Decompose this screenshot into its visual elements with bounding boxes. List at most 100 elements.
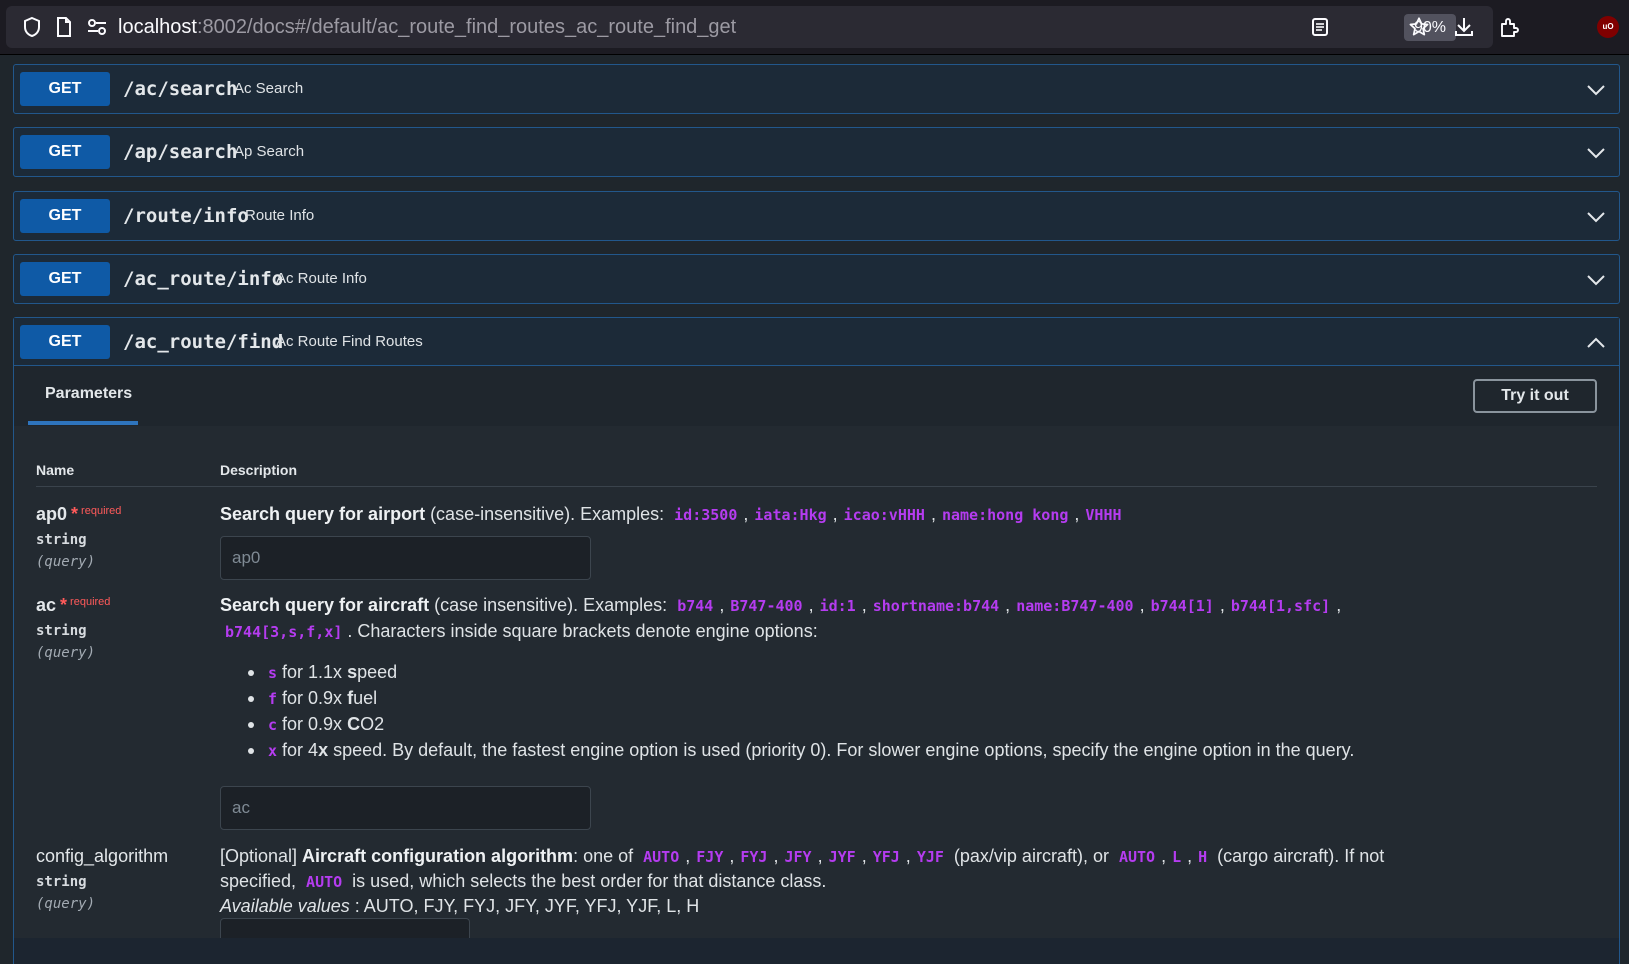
param-name-ac: ac * required bbox=[36, 595, 110, 616]
operation-summary: Route Info bbox=[245, 207, 315, 224]
parameters-table: Name Description ap0 * required string (qu… bbox=[14, 426, 1619, 938]
available-values: Available values : AUTO, FJY, FYJ, JFY, … bbox=[220, 893, 699, 919]
url-path: :8002/docs#/default/ac_route_find_routes… bbox=[196, 16, 737, 38]
config-algorithm-select[interactable] bbox=[220, 918, 470, 938]
operation-summary: Ac Route Find Routes bbox=[276, 333, 423, 350]
example-code: name:hong kong bbox=[941, 506, 1069, 524]
value-code: AUTO bbox=[306, 873, 343, 891]
example-code: b744[3,s,f,x] bbox=[225, 623, 343, 641]
required-star: * bbox=[71, 504, 79, 524]
option-bold: s bbox=[347, 662, 358, 682]
url-host: localhost bbox=[118, 16, 197, 38]
ac-input[interactable] bbox=[220, 786, 591, 830]
option-code: s bbox=[268, 664, 278, 682]
chevron-down-icon[interactable] bbox=[1585, 79, 1607, 101]
option-code: f bbox=[268, 690, 278, 708]
operation-summary: Ac Route Info bbox=[276, 270, 367, 287]
operation-path: /route/info bbox=[123, 205, 249, 227]
chevron-down-icon[interactable] bbox=[1585, 269, 1607, 291]
chevron-up-icon[interactable] bbox=[1585, 332, 1607, 354]
operation-ac-route-info[interactable]: GET /ac_route/info Ac Route Info bbox=[13, 254, 1620, 304]
operation-path: /ac_route/find bbox=[123, 331, 284, 353]
operation-path: /ac_route/info bbox=[123, 268, 284, 290]
operation-path: /ac/search bbox=[123, 78, 238, 100]
operation-header[interactable]: GET /ac_route/find Ac Route Find Routes bbox=[14, 318, 1619, 366]
operation-summary: Ap Search bbox=[234, 143, 305, 160]
method-badge: GET bbox=[20, 199, 110, 233]
try-it-out-button[interactable]: Try it out bbox=[1473, 379, 1597, 413]
divider bbox=[36, 486, 1597, 487]
value-code: FYJ bbox=[740, 848, 768, 866]
required-label: required bbox=[81, 505, 122, 517]
option-text: for 0.9x bbox=[282, 688, 348, 708]
required-label: required bbox=[70, 596, 111, 608]
option-text: speed. By default, the fastest engine op… bbox=[328, 740, 1355, 760]
param-location: (query) bbox=[36, 645, 96, 661]
value-code: FJY bbox=[696, 848, 724, 866]
method-badge: GET bbox=[20, 262, 110, 296]
value-code: JYF bbox=[828, 848, 856, 866]
ap0-input[interactable] bbox=[220, 536, 591, 580]
param-type: string bbox=[36, 532, 87, 548]
desc-text: (cargo aircraft). If not bbox=[1212, 846, 1385, 866]
chevron-down-icon[interactable] bbox=[1585, 142, 1607, 164]
operation-ac-route-find: GET /ac_route/find Ac Route Find Routes … bbox=[13, 317, 1620, 964]
bookmark-star-icon[interactable] bbox=[1398, 6, 1440, 48]
desc-text: (case insensitive). Examples: bbox=[429, 595, 673, 615]
desc-bold: Aircraft configuration algorithm bbox=[302, 846, 574, 866]
permissions-icon[interactable] bbox=[80, 6, 114, 48]
list-item: f for 0.9x fuel bbox=[247, 686, 1354, 712]
option-text: uel bbox=[353, 688, 378, 708]
chevron-down-icon[interactable] bbox=[1585, 206, 1607, 228]
shield-icon[interactable] bbox=[14, 6, 50, 48]
example-code: shortname:b744 bbox=[872, 597, 1000, 615]
operation-ap-search[interactable]: GET /ap/search Ap Search bbox=[13, 127, 1620, 177]
param-description-ap0: Search query for airport (case-insensiti… bbox=[220, 501, 1127, 528]
param-description-ac-line2: b744[3,s,f,x]. Characters inside square … bbox=[220, 618, 818, 645]
value-code: JFY bbox=[784, 848, 812, 866]
page-icon[interactable] bbox=[48, 6, 80, 48]
value-code: H bbox=[1198, 848, 1208, 866]
param-location: (query) bbox=[36, 896, 96, 912]
download-icon[interactable] bbox=[1443, 6, 1485, 48]
parameters-bar: Parameters Try it out bbox=[14, 366, 1619, 426]
method-badge: GET bbox=[20, 135, 110, 169]
operation-ac-search[interactable]: GET /ac/search Ac Search bbox=[13, 64, 1620, 114]
required-star: * bbox=[60, 595, 68, 615]
example-code: b744[1] bbox=[1150, 597, 1214, 615]
method-badge: GET bbox=[20, 325, 110, 359]
available-label: Available values bbox=[220, 896, 350, 916]
desc-text: (case-insensitive). Examples: bbox=[425, 504, 670, 524]
address-bar[interactable]: localhost:8002/docs#/default/ac_route_fi… bbox=[6, 6, 1493, 48]
option-text: peed bbox=[357, 662, 398, 682]
browser-toolbar: localhost:8002/docs#/default/ac_route_fi… bbox=[0, 0, 1629, 55]
tab-parameters[interactable]: Parameters bbox=[36, 366, 141, 422]
example-code: iata:Hkg bbox=[754, 506, 827, 524]
operation-route-info[interactable]: GET /route/info Route Info bbox=[13, 191, 1620, 241]
param-description-ac: Search query for aircraft (case insensit… bbox=[220, 595, 1342, 615]
ublock-badge: uO bbox=[1597, 16, 1619, 38]
extensions-icon[interactable] bbox=[1488, 6, 1530, 48]
option-code: x bbox=[268, 742, 278, 760]
desc-bold: Search query for airport bbox=[220, 504, 426, 524]
list-item: x for 4x speed. By default, the fastest e… bbox=[247, 738, 1355, 764]
param-description-config-algorithm: [Optional] Aircraft configuration algori… bbox=[220, 846, 1385, 866]
param-name-ap0: ap0 * required bbox=[36, 504, 121, 525]
ublock-icon[interactable]: uO bbox=[1588, 6, 1628, 48]
operation-summary: Ac Search bbox=[234, 80, 304, 97]
column-header-name: Name bbox=[36, 462, 75, 478]
available-list: : AUTO, FJY, FYJ, JFY, JYF, YFJ, YJF, L,… bbox=[349, 896, 700, 916]
desc-text: (pax/vip aircraft), or bbox=[948, 846, 1114, 866]
param-location: (query) bbox=[36, 554, 96, 570]
example-code: name:B747-400 bbox=[1016, 597, 1134, 615]
option-code: c bbox=[268, 716, 278, 734]
option-bold: C bbox=[347, 714, 361, 734]
param-type: string bbox=[36, 623, 87, 639]
example-code: B747-400 bbox=[730, 597, 803, 615]
example-code: b744 bbox=[677, 597, 714, 615]
reader-view-icon[interactable] bbox=[1302, 6, 1338, 48]
method-badge: GET bbox=[20, 72, 110, 106]
url-text[interactable]: localhost:8002/docs#/default/ac_route_fi… bbox=[118, 6, 736, 48]
param-description-config-line2: specified, AUTO is used, which selects t… bbox=[220, 868, 826, 895]
value-code: YJF bbox=[916, 848, 944, 866]
